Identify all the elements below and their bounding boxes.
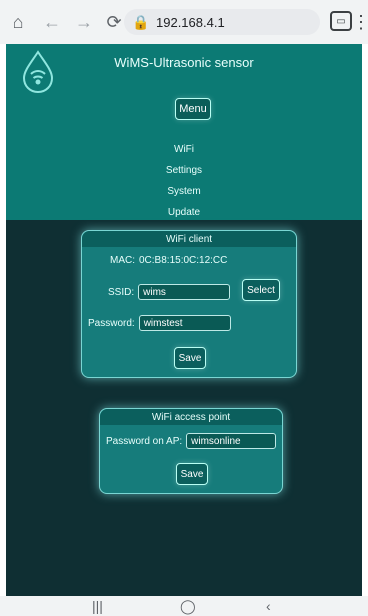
address-bar[interactable]: 🔒 192.168.4.1 — [124, 9, 320, 35]
home-circle-icon[interactable]: ◯ — [180, 598, 196, 615]
ssid-label: SSID: — [108, 286, 135, 298]
mac-label: MAC: — [110, 255, 135, 266]
nav-item-settings[interactable]: Settings — [6, 160, 362, 181]
browser-toolbar: ⌂ ← → ⟳ 🔒 192.168.4.1 ▭ ⋮ — [0, 0, 368, 44]
page-header: WiMS-Ultrasonic sensor Menu WiFi Setting… — [6, 44, 362, 220]
select-button[interactable]: Select — [242, 279, 280, 301]
back-icon[interactable]: ← — [40, 10, 64, 34]
access-point-title: WiFi access point — [100, 409, 282, 425]
mac-row: MAC: 0C:B8:15:0C:12:CC — [110, 255, 227, 266]
recent-apps-icon[interactable]: ||| — [92, 598, 103, 614]
page-title: WiMS-Ultrasonic sensor — [114, 55, 254, 70]
back-chevron-icon[interactable]: ‹ — [266, 598, 271, 614]
ssid-row: SSID: wims — [108, 284, 231, 300]
ap-save-button[interactable]: Save — [176, 463, 208, 485]
ssid-input[interactable]: wims — [138, 284, 231, 300]
page-container: WiMS-Ultrasonic sensor Menu WiFi Setting… — [6, 44, 362, 596]
password-row: Password: wimstest — [88, 315, 231, 331]
save-button[interactable]: Save — [174, 347, 206, 369]
tabs-icon[interactable]: ▭ — [330, 11, 352, 31]
main-nav: WiFi Settings System Update — [6, 139, 362, 223]
menu-button[interactable]: Menu — [175, 98, 211, 120]
more-icon[interactable]: ⋮ — [352, 10, 368, 34]
forward-icon[interactable]: → — [72, 10, 96, 34]
url-text[interactable]: 192.168.4.1 — [156, 15, 225, 30]
ap-password-label: Password on AP: — [106, 435, 183, 447]
reload-icon[interactable]: ⟳ — [102, 10, 126, 34]
home-icon[interactable]: ⌂ — [6, 10, 30, 34]
wifi-access-point-card: WiFi access point Password on AP: wimson… — [99, 408, 283, 494]
ap-password-input[interactable]: wimsonline — [186, 433, 277, 449]
password-label: Password: — [88, 317, 135, 329]
android-navigation-bar: ||| ◯ ‹ — [0, 596, 368, 616]
nav-item-wifi[interactable]: WiFi — [6, 139, 362, 160]
password-input[interactable]: wimstest — [138, 315, 231, 331]
mac-value: 0C:B8:15:0C:12:CC — [139, 255, 228, 266]
wifi-client-title: WiFi client — [82, 231, 296, 247]
nav-item-update[interactable]: Update — [6, 202, 362, 223]
nav-item-system[interactable]: System — [6, 181, 362, 202]
wifi-client-card: WiFi client MAC: 0C:B8:15:0C:12:CC SSID:… — [81, 230, 297, 378]
lock-icon: 🔒 — [132, 13, 150, 30]
ap-password-row: Password on AP: wimsonline — [106, 433, 277, 449]
